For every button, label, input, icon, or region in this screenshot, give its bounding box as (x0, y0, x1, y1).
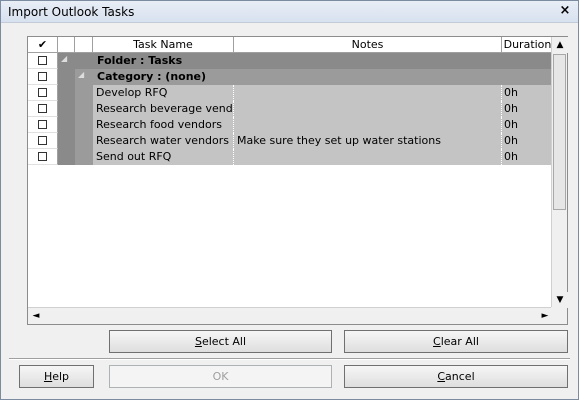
table-row-folder[interactable]: ◢ Folder : Tasks (28, 53, 553, 69)
folder-label: Folder : Tasks (97, 54, 183, 67)
row-checkbox[interactable] (38, 72, 47, 81)
task-name-cell: Develop RFQ (96, 86, 168, 99)
notes-cell: Make sure they set up water stations (237, 134, 441, 147)
import-outlook-tasks-dialog: Import Outlook Tasks × ✔ Task Name Notes… (0, 0, 579, 400)
table-row[interactable]: Research water vendors Make sure they se… (28, 133, 553, 149)
vertical-scroll-thumb[interactable] (553, 54, 566, 210)
duration-column-header[interactable]: Duration (502, 37, 553, 52)
indent-column-header-1 (58, 37, 75, 52)
row-checkbox[interactable] (38, 120, 47, 129)
table-row[interactable]: Develop RFQ 0h (28, 85, 553, 101)
notes-column-header[interactable]: Notes (234, 37, 502, 52)
indent-column-header-2 (75, 37, 93, 52)
title-bar: Import Outlook Tasks × (1, 1, 578, 23)
category-label: Category : (none) (97, 70, 207, 83)
select-all-button[interactable]: Select All (109, 330, 332, 353)
ok-button[interactable]: OK (109, 365, 332, 388)
duration-cell: 0h (504, 86, 518, 99)
check-column-header[interactable]: ✔ (28, 37, 58, 52)
row-checkbox[interactable] (38, 136, 47, 145)
row-checkbox[interactable] (38, 152, 47, 161)
cancel-button[interactable]: Cancel (344, 365, 568, 388)
scrollbar-corner (551, 307, 567, 324)
row-checkbox[interactable] (38, 88, 47, 97)
scroll-down-icon[interactable]: ▼ (552, 292, 568, 308)
table-row-category[interactable]: ◢ Category : (none) (28, 69, 553, 85)
table-row[interactable]: Research food vendors 0h (28, 117, 553, 133)
task-name-column-header[interactable]: Task Name (93, 37, 234, 52)
duration-cell: 0h (504, 150, 518, 163)
task-grid[interactable]: ✔ Task Name Notes Duration ◢ Folder : Ta… (27, 36, 568, 325)
table-row[interactable]: Research beverage vendors 0h (28, 101, 553, 117)
task-name-cell: Send out RFQ (96, 150, 172, 163)
task-name-cell: Research water vendors (96, 134, 230, 147)
row-checkbox[interactable] (38, 56, 47, 65)
help-button[interactable]: Help (19, 365, 94, 388)
duration-cell: 0h (504, 102, 518, 115)
window-title: Import Outlook Tasks (8, 5, 135, 19)
row-checkbox[interactable] (38, 104, 47, 113)
close-button[interactable]: × (558, 4, 572, 18)
horizontal-scrollbar[interactable]: ◄ ► (28, 307, 553, 324)
vertical-scrollbar[interactable]: ▲ ▼ (551, 37, 568, 308)
duration-cell: 0h (504, 118, 518, 131)
task-name-cell: Research beverage vendors (96, 102, 233, 115)
collapse-triangle-icon[interactable]: ◢ (78, 70, 84, 79)
scroll-left-icon[interactable]: ◄ (28, 308, 44, 324)
collapse-triangle-icon[interactable]: ◢ (61, 54, 67, 63)
separator (9, 358, 570, 360)
table-row[interactable]: Send out RFQ 0h (28, 149, 553, 165)
task-name-cell: Research food vendors (96, 118, 222, 131)
duration-cell: 0h (504, 134, 518, 147)
scroll-up-icon[interactable]: ▲ (552, 37, 568, 53)
clear-all-button[interactable]: Clear All (344, 330, 568, 353)
grid-header: ✔ Task Name Notes Duration (28, 37, 553, 53)
